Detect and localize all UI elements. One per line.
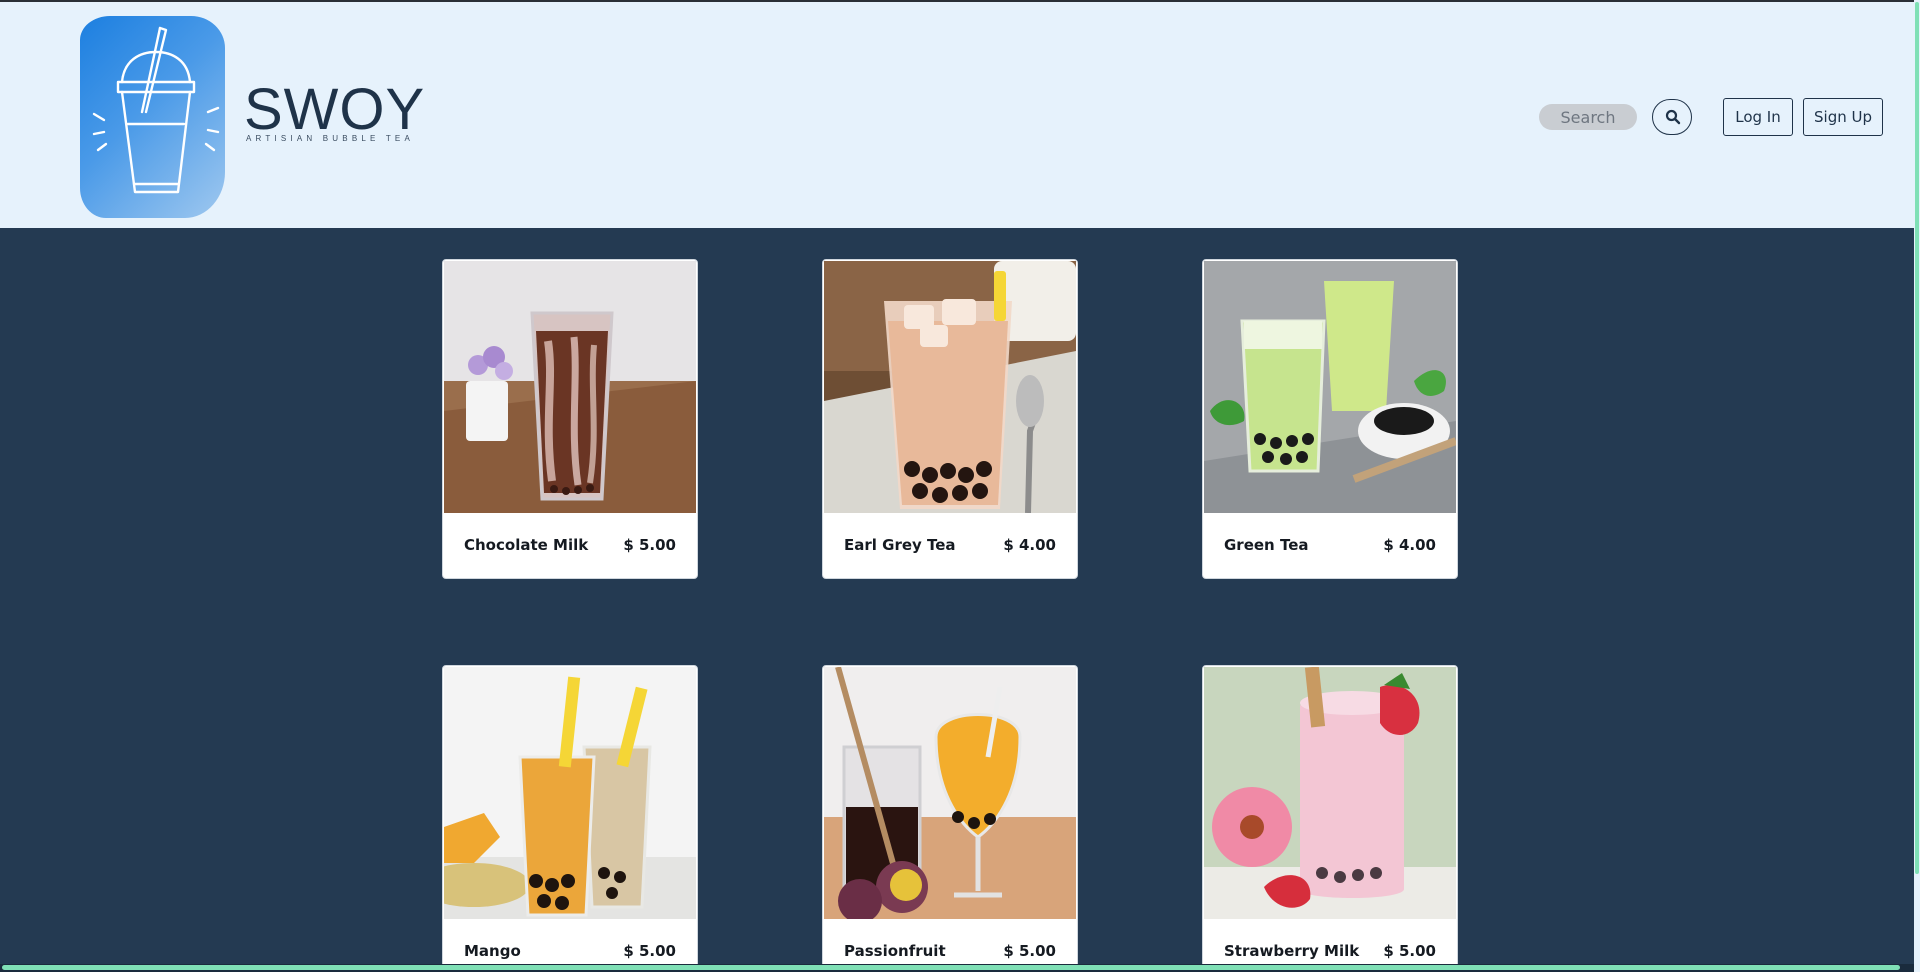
product-name: Earl Grey Tea xyxy=(844,536,956,554)
product-card[interactable]: Strawberry Milk $ 5.00 xyxy=(1202,665,1458,964)
green-tea-photo[interactable] xyxy=(1204,261,1456,513)
page: SWOY ARTISIAN BUBBLE TEA Log In Sign Up xyxy=(0,0,1914,964)
product-price: $ 4.00 xyxy=(1003,536,1056,554)
product-card[interactable]: Green Tea $ 4.00 xyxy=(1202,259,1458,579)
product-name: Mango xyxy=(464,942,521,960)
vertical-scrollbar[interactable] xyxy=(1914,0,1920,972)
product-card[interactable]: Earl Grey Tea $ 4.00 xyxy=(822,259,1078,579)
product-price: $ 4.00 xyxy=(1383,536,1436,554)
horizontal-scrollbar[interactable] xyxy=(0,964,1914,972)
login-button[interactable]: Log In xyxy=(1723,98,1793,136)
product-name: Passionfruit xyxy=(844,942,946,960)
signup-button[interactable]: Sign Up xyxy=(1803,98,1883,136)
product-name: Green Tea xyxy=(1224,536,1309,554)
strawberry-milk-photo[interactable] xyxy=(1204,667,1456,919)
chocolate-milk-photo[interactable] xyxy=(444,261,696,513)
search-button[interactable] xyxy=(1652,99,1692,135)
search-input[interactable] xyxy=(1539,104,1637,130)
site-header: SWOY ARTISIAN BUBBLE TEA Log In Sign Up xyxy=(0,2,1914,228)
passionfruit-photo[interactable] xyxy=(824,667,1076,919)
product-card[interactable]: Mango $ 5.00 xyxy=(442,665,698,964)
earl-grey-tea-photo[interactable] xyxy=(824,261,1076,513)
vertical-scrollbar-thumb[interactable] xyxy=(1915,2,1919,874)
product-name: Strawberry Milk xyxy=(1224,942,1360,960)
horizontal-scrollbar-thumb[interactable] xyxy=(2,965,1900,970)
brand-name[interactable]: SWOY xyxy=(244,80,425,140)
bubble-tea-cup-icon xyxy=(92,26,220,194)
brand-logo[interactable] xyxy=(80,16,225,218)
product-price: $ 5.00 xyxy=(623,536,676,554)
magnifier-icon xyxy=(1665,109,1681,125)
product-price: $ 5.00 xyxy=(623,942,676,960)
product-card[interactable]: Chocolate Milk $ 5.00 xyxy=(442,259,698,579)
product-name: Chocolate Milk xyxy=(464,536,589,554)
brand-tagline: ARTISIAN BUBBLE TEA xyxy=(246,134,414,143)
mango-photo[interactable] xyxy=(444,667,696,919)
product-card[interactable]: Passionfruit $ 5.00 xyxy=(822,665,1078,964)
product-price: $ 5.00 xyxy=(1383,942,1436,960)
product-price: $ 5.00 xyxy=(1003,942,1056,960)
